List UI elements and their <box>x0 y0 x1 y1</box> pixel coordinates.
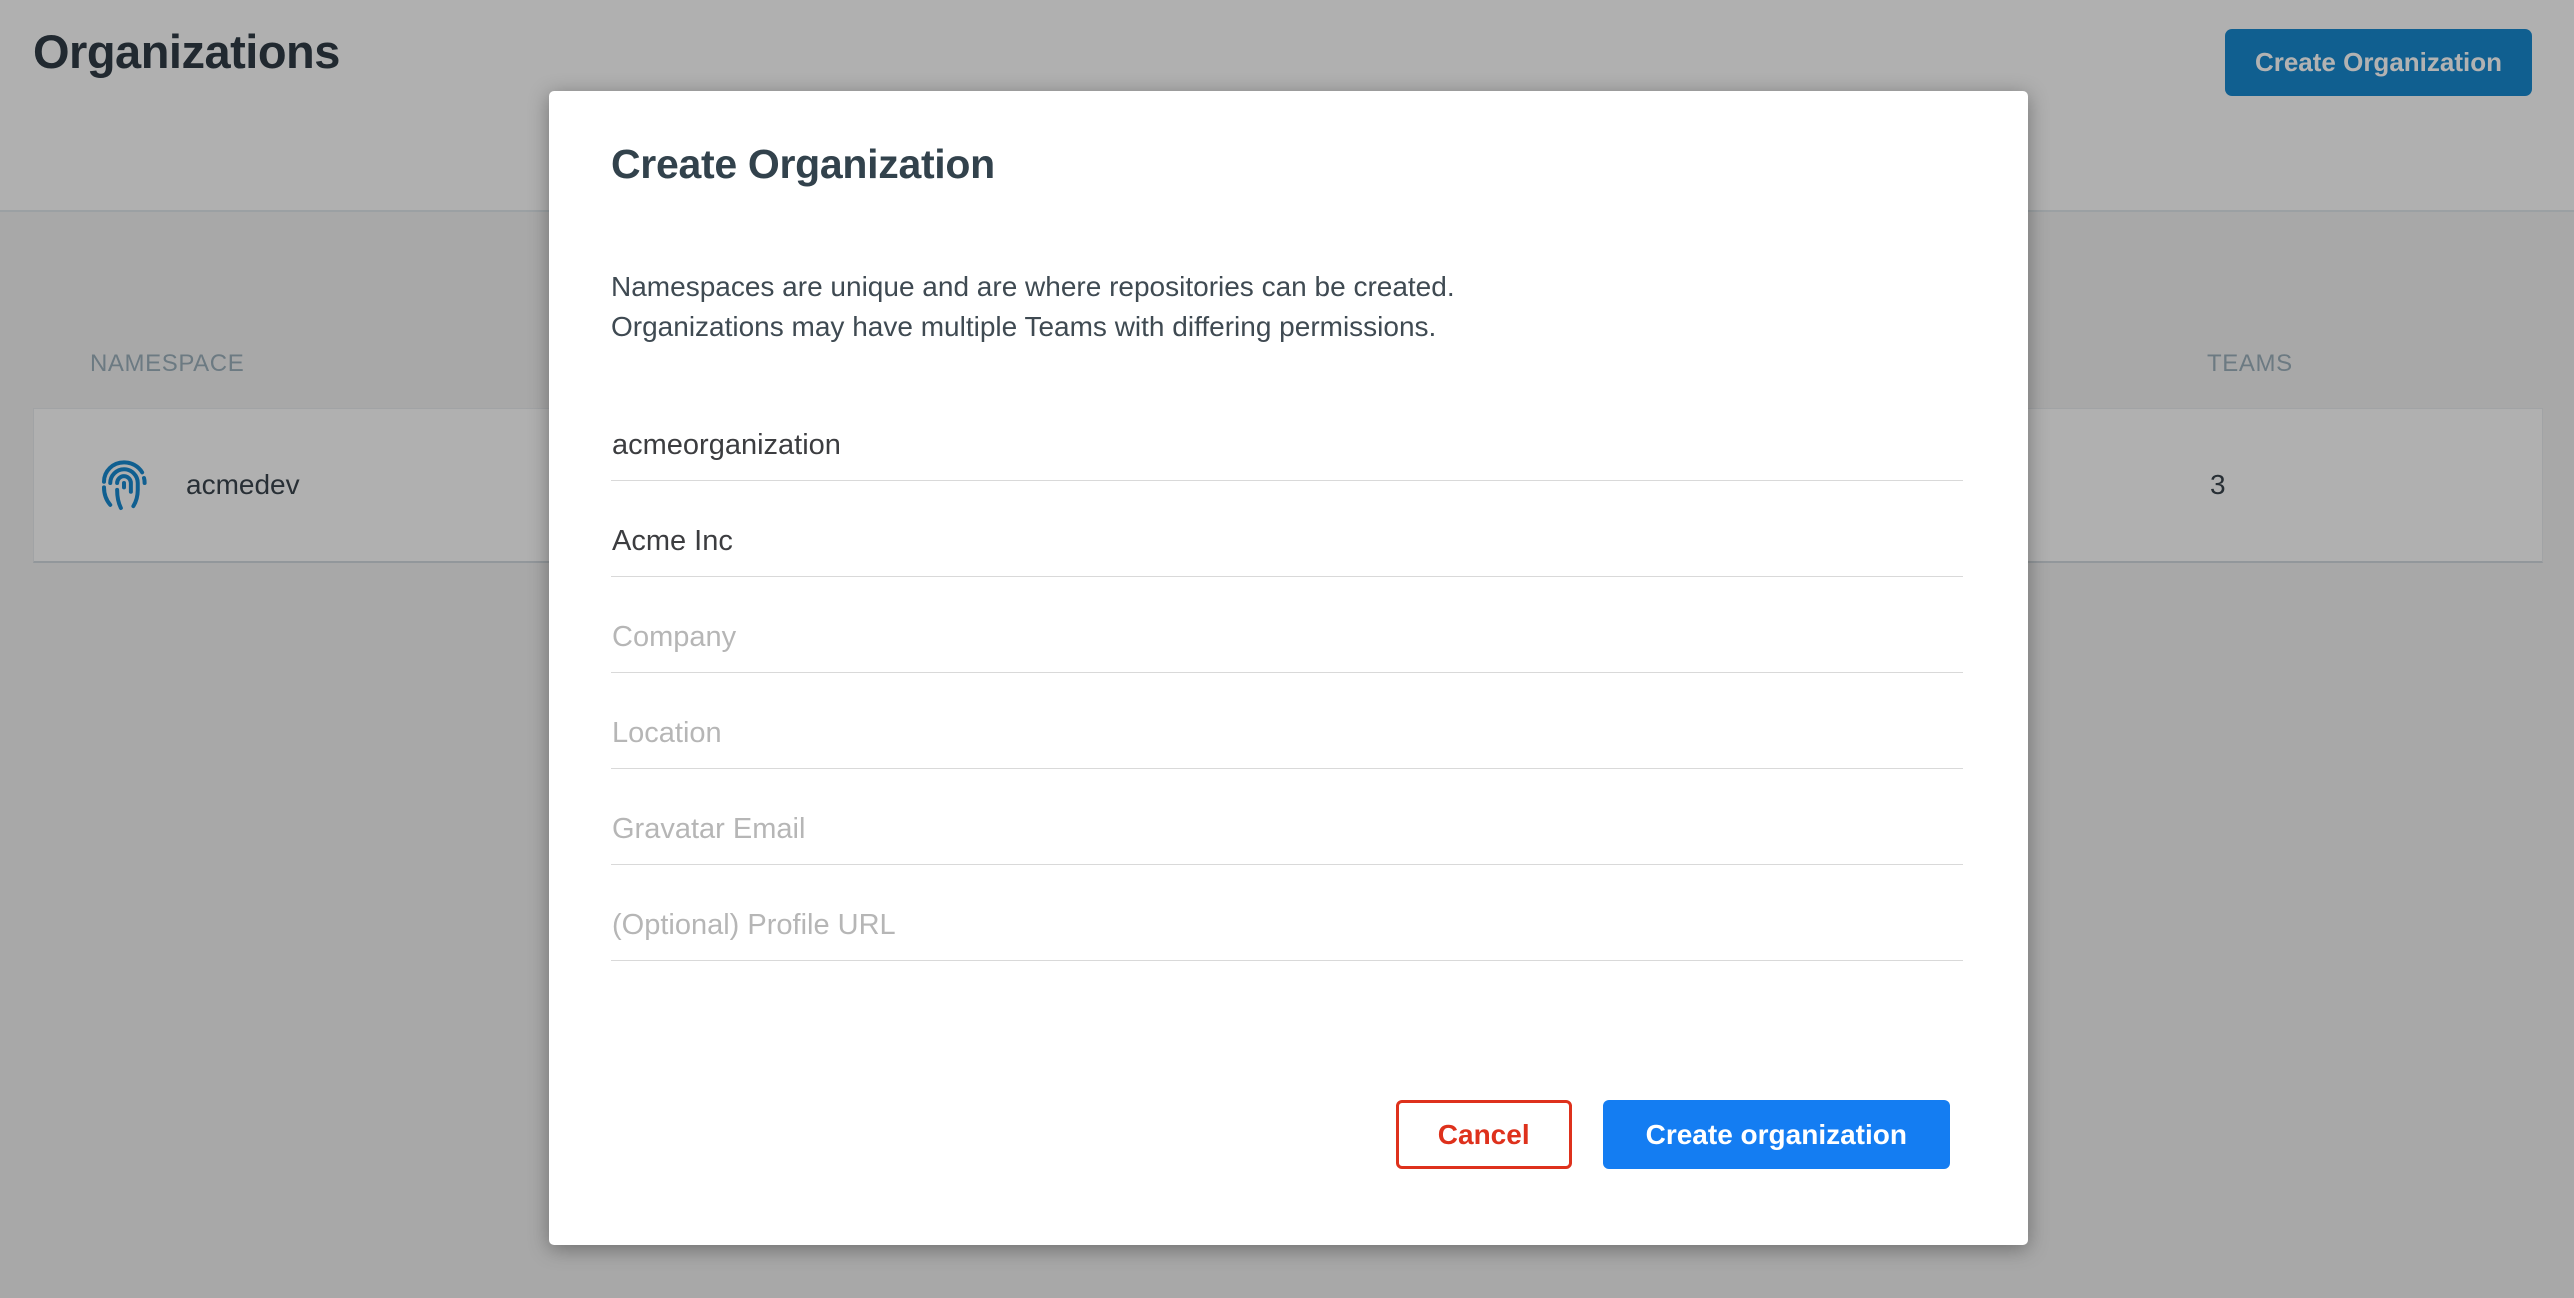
create-organization-modal: Create Organization Namespaces are uniqu… <box>549 91 2028 1245</box>
profile-url-input[interactable] <box>611 903 1963 961</box>
field-row <box>611 769 1963 865</box>
modal-title: Create Organization <box>611 141 995 188</box>
field-row <box>611 481 1963 577</box>
company-input[interactable] <box>611 615 1963 673</box>
modal-description-line2: Organizations may have multiple Teams wi… <box>611 307 1455 347</box>
org-display-name-input[interactable] <box>611 519 1963 577</box>
modal-form <box>611 385 1963 961</box>
field-row <box>611 865 1963 961</box>
field-row <box>611 577 1963 673</box>
create-organization-submit-button[interactable]: Create organization <box>1603 1100 1950 1169</box>
modal-description: Namespaces are unique and are where repo… <box>611 267 1455 347</box>
organizations-page: Organizations Create Organization NAMESP… <box>0 0 2574 1298</box>
org-namespace-input[interactable] <box>611 423 1963 481</box>
location-input[interactable] <box>611 711 1963 769</box>
cancel-button[interactable]: Cancel <box>1396 1100 1572 1169</box>
field-row <box>611 385 1963 481</box>
field-row <box>611 673 1963 769</box>
modal-footer: Cancel Create organization <box>1396 1100 1950 1169</box>
modal-description-line1: Namespaces are unique and are where repo… <box>611 267 1455 307</box>
gravatar-email-input[interactable] <box>611 807 1963 865</box>
